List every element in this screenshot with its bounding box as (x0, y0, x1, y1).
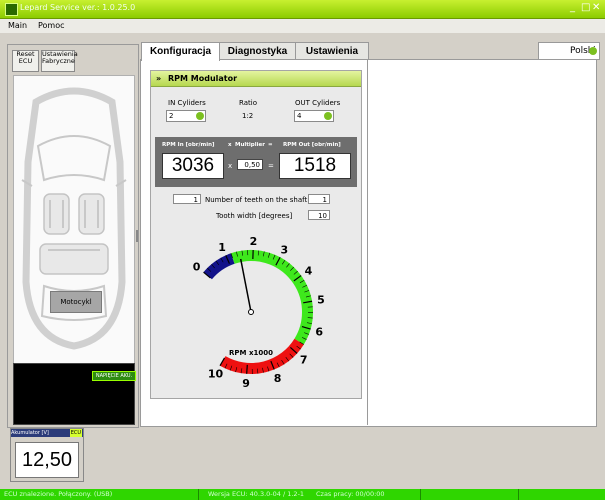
gauge-tick-label: 0 (193, 260, 201, 273)
ecu-version: Wersja ECU: 40.3.0-04 / 1.2-1 (208, 490, 305, 498)
in-cylinders-value: 2 (169, 112, 174, 120)
battery-widget-title: Akumulator [V] (11, 430, 49, 436)
in-cylinders-label: IN Cyliders (168, 99, 206, 107)
gauge-tick-label: 8 (274, 372, 282, 385)
tab-konfiguracja[interactable]: Konfiguracja (141, 42, 220, 61)
header-times: x (228, 142, 232, 148)
gauge-hub (248, 309, 254, 315)
status-separator (518, 489, 519, 500)
dropdown-arrow-icon (324, 112, 332, 120)
gauge-tick (246, 364, 248, 374)
gauge-tick-label: 2 (250, 235, 258, 248)
content-divider (367, 59, 368, 425)
in-cylinders-select[interactable]: 2 (166, 110, 206, 122)
gauge-needle (239, 258, 252, 313)
battery-voltage-value: 12,50 (15, 442, 79, 478)
gauge-tick-label: 6 (315, 326, 323, 339)
maximize-icon[interactable]: □ (581, 2, 590, 13)
gauge-tick-label: 10 (208, 367, 224, 380)
factory-settings-button[interactable]: Ustawienia Fabryczne (41, 50, 78, 72)
gauge-band-mid (231, 250, 313, 345)
ratio-value: 1:2 (242, 112, 254, 120)
ecu-badge: ECU (69, 429, 82, 437)
reset-ecu-button[interactable]: Reset ECU (12, 50, 39, 72)
rpm-gauge: 0 1 2 3 4 5 6 7 8 9 10 RPM x1000 (193, 235, 325, 389)
rpm-modulator-panel: » RPM Modulator IN Cyliders Ratio OUT Cy… (150, 70, 362, 399)
rpm-in-value: 3036 (162, 153, 224, 179)
tab-diagnostyka[interactable]: Diagnostyka (219, 42, 296, 60)
minimize-icon[interactable]: _ (570, 2, 575, 13)
gauge-tick-label: 1 (218, 241, 226, 254)
close-icon[interactable]: ✕ (592, 2, 600, 13)
rpm-modulator-header[interactable]: » RPM Modulator (151, 71, 361, 87)
uptime: Czas pracy: 00/00:00 (316, 490, 385, 498)
out-cylinders-label: OUT Cyliders (295, 99, 341, 107)
tooth-width-input[interactable]: 10 (308, 210, 330, 220)
menu-main[interactable]: Main (8, 21, 27, 30)
gauge-tick-label: 4 (305, 264, 313, 277)
rpm-out-header: RPM Out [obr/min] (283, 142, 341, 148)
battery-widget-header: Akumulator [V] ECU (11, 429, 83, 437)
left-panel: Reset ECU Ustawienia Fabryczne Motocykl … (7, 44, 139, 428)
multiplier-header: Multiplier (235, 142, 265, 148)
multiplier-input[interactable]: 0,50 (237, 159, 263, 170)
battery-voltage-badge: NAPIĘCIE AKU. (92, 371, 136, 381)
teeth-count-input[interactable]: 1 (173, 194, 201, 204)
status-separator (198, 489, 199, 500)
header-equals: = (268, 142, 273, 148)
gauge-unit-label: RPM x1000 (229, 349, 273, 357)
app-icon (5, 3, 18, 16)
gauge-tick-label: 3 (281, 243, 289, 256)
motorcycle-button[interactable]: Motocykl (50, 291, 102, 313)
splitter-handle[interactable] (136, 230, 138, 242)
window-title: Lepard Service ver.: 1.0.25.0 (20, 3, 136, 12)
out-cylinders-select[interactable]: 4 (294, 110, 334, 122)
times-sign: x (228, 162, 233, 170)
dropdown-arrow-icon (196, 112, 204, 120)
gauge-tick-label: 9 (242, 377, 250, 389)
menu-help[interactable]: Pomoc (38, 21, 65, 30)
status-bar: ECU znalezione. Połączony. (USB) Wersja … (0, 489, 605, 500)
gauge-tick-label: 5 (317, 294, 325, 307)
teeth-count-input-right[interactable]: 1 (308, 194, 330, 204)
dropdown-arrow-icon (589, 47, 597, 55)
gauge-tick-label: 7 (300, 354, 308, 367)
out-cylinders-value: 4 (297, 112, 302, 120)
teeth-count-label: Number of teeth on the shaft (205, 196, 308, 204)
ratio-label: Ratio (239, 99, 257, 107)
connection-status: ECU znalezione. Połączony. (USB) (4, 490, 113, 498)
collapse-icon[interactable]: » (156, 71, 161, 86)
rpm-calculator: RPM In [obr/min] x Multiplier = RPM Out … (155, 137, 357, 187)
car-outline (21, 87, 127, 350)
rpm-out-value: 1518 (279, 153, 351, 179)
rpm-in-header: RPM In [obr/min] (162, 142, 215, 148)
title-bar: Lepard Service ver.: 1.0.25.0 _ □ ✕ (0, 0, 605, 19)
gauge-band-low (203, 253, 235, 280)
tab-ustawienia[interactable]: Ustawienia (295, 42, 369, 60)
equals-sign: = (268, 162, 274, 170)
tooth-width-label: Tooth width [degrees] (216, 212, 293, 220)
battery-widget: Akumulator [V] ECU 12,50 (10, 428, 84, 482)
language-select[interactable]: Polski (538, 42, 600, 60)
status-separator (420, 489, 421, 500)
car-diagram: Motocykl (13, 75, 135, 377)
battery-indicator-area: NAPIĘCIE AKU. (13, 363, 136, 425)
rpm-modulator-title: RPM Modulator (168, 74, 238, 83)
menu-bar: Main Pomoc (0, 19, 605, 33)
